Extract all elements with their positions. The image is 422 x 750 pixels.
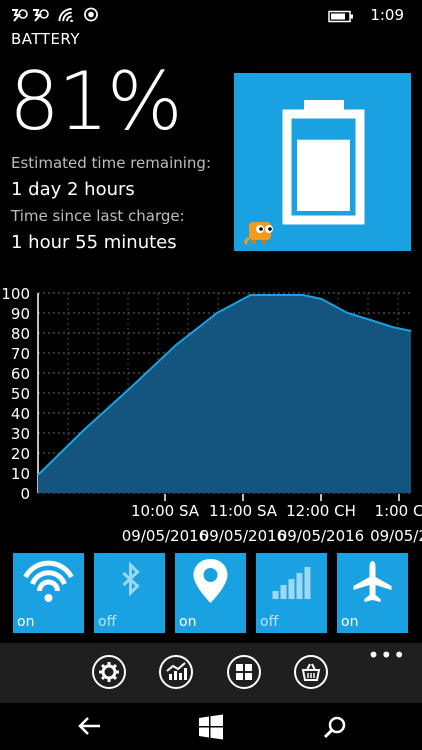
app-bar: ••• [0, 643, 422, 703]
store-button[interactable] [294, 655, 328, 689]
tile-location[interactable]: on [175, 553, 246, 633]
y-tick-label: 100 [1, 285, 30, 303]
more-menu-button[interactable]: ••• [368, 645, 406, 665]
time-since-charge-value: 1 hour 55 minutes [11, 232, 177, 253]
tile-state-label: on [17, 614, 35, 630]
location-icon [193, 559, 228, 603]
tile-state-label: on [179, 614, 197, 630]
tile-state-label: off [98, 614, 117, 630]
battery-live-tile[interactable] [234, 73, 411, 251]
search-icon[interactable] [323, 715, 347, 739]
tile-bluetooth[interactable]: off [94, 553, 165, 633]
tile-airplane[interactable]: on [337, 553, 408, 633]
tile-cellular[interactable]: off [256, 553, 327, 633]
time-since-charge-label: Time since last charge: [11, 207, 185, 225]
x-tick-date: 09/05/2016 [200, 527, 286, 545]
chart-icon [166, 662, 187, 680]
x-tick-date: 09/05/2016 [278, 527, 364, 545]
y-tick-label: 40 [11, 405, 30, 423]
x-tick-time: 1:00 C [375, 502, 422, 520]
y-tick-label: 30 [11, 425, 30, 443]
x-tick-time: 11:00 SA [209, 502, 278, 520]
battery-area [38, 295, 411, 493]
status-bar: 1:09 [0, 0, 422, 30]
y-tick-label: 90 [11, 305, 30, 323]
estimated-time-label: Estimated time remaining: [11, 154, 211, 172]
page-title: BATTERY [11, 30, 81, 48]
y-tick-label: 10 [11, 465, 30, 483]
apps-button[interactable] [227, 655, 261, 689]
y-tick-label: 80 [11, 325, 30, 343]
navigation-bar [0, 703, 422, 750]
x-tick-date: 09/05/2 [370, 527, 422, 545]
wifi-icon [58, 7, 73, 22]
battery-icon [328, 10, 353, 23]
y-tick-label: 0 [20, 485, 30, 503]
nfc-icon [12, 9, 28, 22]
nfc-icon [33, 9, 49, 22]
y-tick-label: 70 [11, 345, 30, 363]
battery-percent: 81% [9, 55, 183, 148]
settings-button[interactable] [92, 655, 126, 689]
cellular-signal-icon [272, 567, 311, 599]
y-tick-label: 20 [11, 445, 30, 463]
store-icon [301, 663, 321, 681]
windows-icon[interactable] [198, 714, 224, 740]
bluetooth-icon [122, 561, 140, 597]
settings-icon [99, 662, 119, 682]
tile-wifi[interactable]: on [13, 553, 84, 633]
clock: 1:09 [370, 6, 404, 24]
airplane-icon [353, 561, 392, 602]
estimated-time-value: 1 day 2 hours [11, 179, 135, 200]
x-tick-time: 10:00 SA [131, 502, 200, 520]
tile-state-label: off [260, 614, 279, 630]
apps-icon [236, 664, 252, 680]
back-icon[interactable] [78, 716, 102, 736]
y-tick-label: 60 [11, 365, 30, 383]
location-icon [84, 7, 98, 22]
x-tick-time: 12:00 CH [286, 502, 356, 520]
y-tick-label: 50 [11, 385, 30, 403]
chart-button[interactable] [159, 655, 193, 689]
mascot-icon [244, 222, 273, 246]
x-tick-date: 09/05/2016 [122, 527, 208, 545]
battery-history-chart: 1009080706050403020100 10:00 SA09/05/201… [1, 285, 422, 545]
wifi-icon [23, 560, 74, 602]
tile-state-label: on [341, 614, 359, 630]
